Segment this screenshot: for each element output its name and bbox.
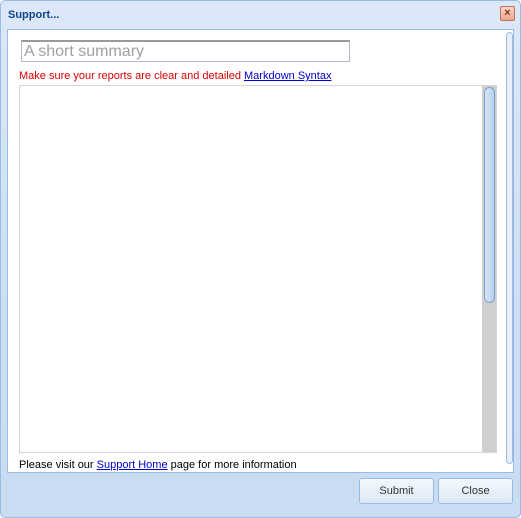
summary-input[interactable] [21,40,350,62]
dialog-title: Support... [8,9,60,21]
dialog-body: Make sure your reports are clear and det… [7,29,514,473]
close-button[interactable]: Close [438,478,513,504]
submit-button[interactable]: Submit [359,478,434,504]
panel-scroll-thumb[interactable] [506,32,513,464]
dialog-titlebar[interactable]: Support... × [1,1,520,29]
markdown-syntax-link[interactable]: Markdown Syntax [244,70,331,82]
footer-info: Please visit our Support Home page for m… [19,459,297,471]
hint-text: Make sure your reports are clear and det… [19,70,241,82]
support-dialog: Support... × Make sure your reports are … [0,0,521,518]
close-icon[interactable]: × [500,6,515,21]
footer-suffix: page for more information [170,459,297,471]
panel-scrollbar[interactable] [506,30,513,472]
details-textarea[interactable] [20,86,480,450]
details-scrollbar[interactable] [482,86,496,452]
details-textarea-container [19,85,497,453]
footer-prefix: Please visit our [19,459,94,471]
support-home-link[interactable]: Support Home [97,459,168,471]
hint-line: Make sure your reports are clear and det… [19,70,331,82]
details-scroll-thumb[interactable] [484,87,495,303]
